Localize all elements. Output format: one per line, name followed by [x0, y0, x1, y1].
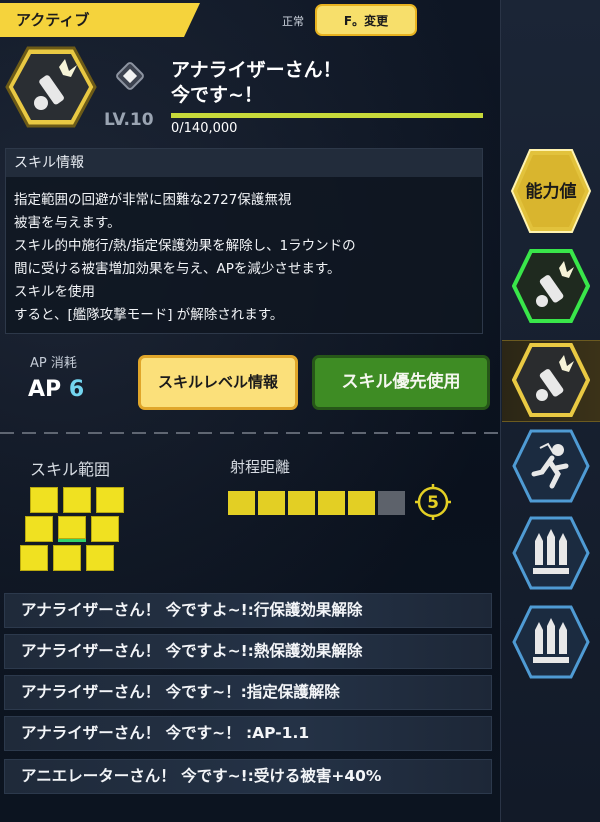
ap-number: 6	[68, 377, 85, 402]
distance-label: 射程距離	[230, 458, 291, 476]
stats-label: 能力値	[525, 182, 577, 202]
exp-bar	[171, 113, 483, 118]
range-cell	[63, 487, 91, 513]
ap-prefix: AP	[28, 377, 62, 402]
missiles-icon	[512, 605, 590, 679]
distance-value-badge: 5	[415, 484, 451, 520]
ap-cost-label: AP 消耗	[30, 356, 77, 371]
description-line: すると、[艦隊攻撃モード] が解除されます。	[14, 307, 284, 323]
distance-segment	[258, 491, 285, 515]
skill-priority-button[interactable]: スキル優先使用	[312, 355, 490, 410]
stats-button[interactable]: 能力値	[510, 147, 592, 235]
range-cell	[53, 545, 81, 571]
effect-row: アナライザーさん！ 今です~！:指定保護解除	[4, 675, 492, 710]
skill-info-box: スキル情報 指定範囲の回避が非常に困難な2727保護無視 被害を与えます。 スキ…	[5, 148, 483, 334]
rocket-launcher-icon	[511, 249, 591, 323]
rocket-launcher-icon	[511, 343, 591, 417]
effect-row: アナライザーさん！ 今です~！ :AP-1.1	[4, 716, 492, 751]
distance-segment	[228, 491, 255, 515]
skill-rocket-icon	[5, 46, 97, 128]
range-cell-center	[58, 516, 86, 542]
range-cell	[91, 516, 119, 542]
change-mode-button[interactable]: F。変更	[315, 4, 417, 36]
range-cell	[96, 487, 124, 513]
tab-active[interactable]: アクティブ	[0, 3, 200, 37]
skill-info-header: スキル情報	[6, 149, 482, 177]
skill-title: アナライザーさん！ 今です~！	[171, 59, 342, 106]
range-cell	[30, 487, 58, 513]
sidebar-skill-rocket-selected[interactable]	[511, 342, 591, 418]
sidebar-skill-rocket-equipped[interactable]	[511, 248, 591, 324]
skill-level: LV.10	[104, 110, 154, 130]
exp-text: 0/140,000	[171, 121, 238, 136]
sidebar-skill-missiles-1[interactable]	[512, 515, 590, 591]
effect-row: アニエレーターさん！ 今です~!:受ける被害+40%	[4, 759, 492, 794]
distance-segment	[318, 491, 345, 515]
missiles-icon	[512, 516, 590, 590]
description-line: スキル的中施行/熱/指定保護効果を解除し、1ラウンドの	[14, 238, 356, 254]
mode-label: 正常	[282, 15, 304, 28]
range-cell	[86, 545, 114, 571]
distance-segment	[348, 491, 375, 515]
description-line: スキルを使用	[14, 284, 95, 300]
grade-diamond-icon	[116, 62, 144, 90]
sidebar-skill-missiles-2[interactable]	[512, 604, 590, 680]
skill-description: 指定範囲の回避が非常に困難な2727保護無視 被害を与えます。 スキル的中施行/…	[14, 189, 356, 327]
range-cell	[20, 545, 48, 571]
distance-number: 5	[427, 493, 439, 513]
skill-panel: アクティブ 正常 F。変更 LV.10 アナライザーさん！ 今です~！ 0/14…	[0, 0, 500, 822]
description-line: 被害を与えます。	[14, 215, 121, 231]
description-line: 間に受ける被害増加効果を与え、APを減少させます。	[14, 261, 341, 277]
running-figure-icon	[512, 429, 590, 503]
effect-row: アナライザーさん！ 今ですよ~!:行保護効果解除	[4, 593, 492, 628]
skill-level-info-button[interactable]: スキルレベル情報	[138, 355, 298, 410]
distance-segment	[378, 491, 405, 515]
skill-range-label: スキル範囲	[30, 460, 111, 479]
distance-segment	[288, 491, 315, 515]
description-line: 指定範囲の回避が非常に困難な2727保護無視	[14, 192, 292, 208]
sidebar-skill-evade[interactable]	[512, 428, 590, 504]
divider	[0, 432, 500, 434]
ap-cost-value: AP 6	[28, 377, 84, 402]
effect-row: アナライザーさん！ 今ですよ~!:熱保護効果解除	[4, 634, 492, 669]
range-cell	[25, 516, 53, 542]
